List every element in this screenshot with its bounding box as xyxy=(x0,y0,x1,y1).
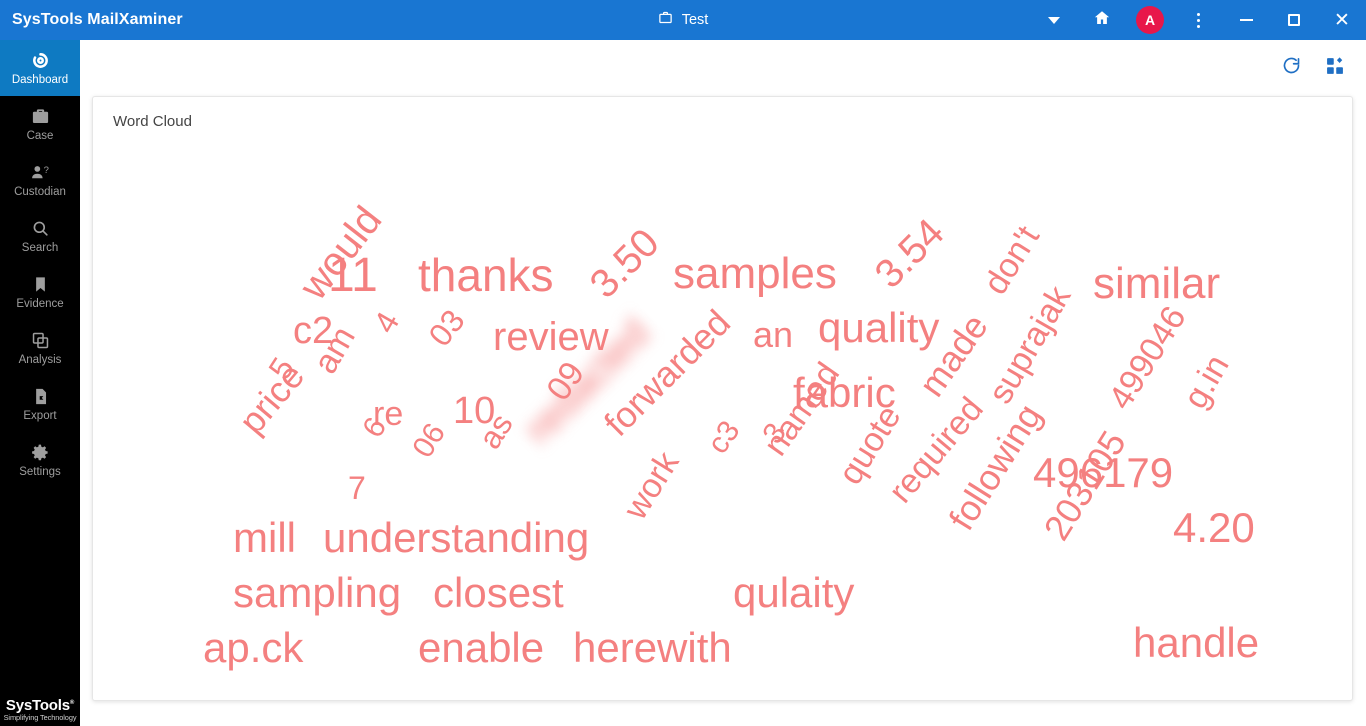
word-cloud-term[interactable]: 3.50 xyxy=(582,221,668,307)
word-cloud-term[interactable]: mill xyxy=(233,517,296,559)
person-question-icon: ? xyxy=(30,162,51,183)
widgets-button[interactable] xyxy=(1318,51,1352,85)
sidebar-item-label: Analysis xyxy=(18,354,62,366)
word-cloud-term[interactable]: samples xyxy=(673,252,837,296)
word-cloud-term[interactable]: ap.ck xyxy=(203,627,303,669)
window-titlebar: SysTools MailXaminer Test A ✕ xyxy=(0,0,1366,40)
sidebar-item-analysis[interactable]: Analysis xyxy=(0,320,80,376)
bookmark-icon xyxy=(31,274,50,295)
dashboard-icon xyxy=(31,50,50,71)
word-cloud-term[interactable]: sampling xyxy=(233,572,401,614)
word-cloud-term[interactable]: closest xyxy=(433,572,564,614)
word-cloud-term[interactable]: don't xyxy=(976,219,1047,301)
copy-layers-icon xyxy=(31,330,50,351)
word-cloud-term[interactable]: work xyxy=(616,445,686,526)
sidebar-item-label: Dashboard xyxy=(11,74,69,86)
word-cloud-term[interactable]: thanks xyxy=(418,252,554,298)
minimize-icon xyxy=(1239,19,1253,21)
sidebar-item-custodian[interactable]: ? Custodian xyxy=(0,152,80,208)
word-cloud-term[interactable]: 3.54 xyxy=(867,211,953,297)
word-cloud-term[interactable]: 06 xyxy=(406,418,452,464)
maximize-button[interactable] xyxy=(1270,0,1318,40)
minimize-button[interactable] xyxy=(1222,0,1270,40)
avatar: A xyxy=(1136,6,1164,34)
maximize-icon xyxy=(1288,14,1300,26)
sidebar-item-label: Custodian xyxy=(14,186,66,198)
file-export-icon xyxy=(31,386,50,407)
word-cloud-term[interactable]: c3 xyxy=(701,415,746,460)
word-cloud-term[interactable]: qulaity xyxy=(733,572,854,614)
close-icon: ✕ xyxy=(1334,9,1350,31)
word-cloud-term[interactable]: 03 xyxy=(421,303,471,353)
word-cloud-term[interactable]: understanding xyxy=(323,517,589,559)
home-button[interactable] xyxy=(1078,0,1126,40)
brand-name: SysTools xyxy=(5,697,70,715)
refresh-icon xyxy=(1281,55,1302,81)
word-cloud-term[interactable]: 7 xyxy=(348,472,366,504)
sidebar-item-label: Export xyxy=(23,410,57,422)
sidebar: Dashboard Case ? Custodian Search Eviden… xyxy=(0,40,80,726)
sidebar-item-search[interactable]: Search xyxy=(0,208,80,264)
briefcase-icon xyxy=(31,106,50,127)
more-menu-button[interactable] xyxy=(1174,0,1222,40)
sidebar-item-evidence[interactable]: Evidence xyxy=(0,264,80,320)
content-toolbar xyxy=(1274,40,1366,96)
word-cloud-term[interactable]: g.in xyxy=(1176,349,1236,415)
sidebar-item-settings[interactable]: Settings xyxy=(0,432,80,488)
sidebar-item-label: Case xyxy=(26,130,54,142)
search-icon xyxy=(31,218,50,239)
sidebar-item-export[interactable]: Export xyxy=(0,376,80,432)
word-cloud-term[interactable]: similar xyxy=(1093,262,1220,306)
word-cloud-canvas[interactable]: would 11 thanks 3.50 samples 3.54 similar c2 4 03… xyxy=(93,97,1352,700)
word-cloud-term[interactable]: enable xyxy=(418,627,544,669)
case-name-label[interactable]: Test xyxy=(682,12,709,28)
kebab-menu-icon xyxy=(1196,12,1200,28)
word-cloud-term[interactable]: quality xyxy=(818,307,939,349)
sidebar-item-label: Evidence xyxy=(16,298,64,310)
briefcase-icon xyxy=(658,10,673,30)
sidebar-item-case[interactable]: Case xyxy=(0,96,80,152)
word-cloud-term[interactable]: an xyxy=(753,317,793,353)
main-content: Word Cloud would 11 thanks 3.50 samples 3.54 s… xyxy=(80,40,1366,726)
sidebar-item-label: Search xyxy=(21,242,59,254)
dropdown-button[interactable] xyxy=(1030,0,1078,40)
user-avatar-button[interactable]: A xyxy=(1126,0,1174,40)
word-cloud-term[interactable]: 4.20 xyxy=(1173,507,1255,549)
chevron-down-icon xyxy=(1048,16,1060,24)
trademark-symbol: ® xyxy=(69,700,75,707)
word-cloud-term[interactable]: herewith xyxy=(573,627,732,669)
word-cloud-term[interactable]: 4 xyxy=(366,306,406,339)
refresh-button[interactable] xyxy=(1274,51,1308,85)
home-icon xyxy=(1093,9,1111,32)
brand-tagline: Simplifying Technology xyxy=(3,713,77,723)
gear-icon xyxy=(31,442,50,463)
grid-widgets-icon xyxy=(1325,56,1345,81)
app-title: SysTools MailXaminer xyxy=(12,11,183,28)
close-button[interactable]: ✕ xyxy=(1318,0,1366,40)
word-cloud-card: Word Cloud would 11 thanks 3.50 samples 3.54 s… xyxy=(92,96,1353,701)
sidebar-item-dashboard[interactable]: Dashboard xyxy=(0,40,80,96)
word-cloud-term[interactable]: handle xyxy=(1133,622,1259,664)
sidebar-brand-logo: SysTools® Simplifying Technology xyxy=(0,698,80,722)
word-cloud-term[interactable]: 11 xyxy=(328,252,378,300)
word-cloud-term[interactable]: suprajak xyxy=(981,280,1078,410)
word-cloud-term[interactable]: price xyxy=(231,355,313,441)
titlebar-controls: A ✕ xyxy=(1030,0,1366,40)
sidebar-item-label: Settings xyxy=(19,466,61,478)
svg-text:?: ? xyxy=(43,165,48,176)
